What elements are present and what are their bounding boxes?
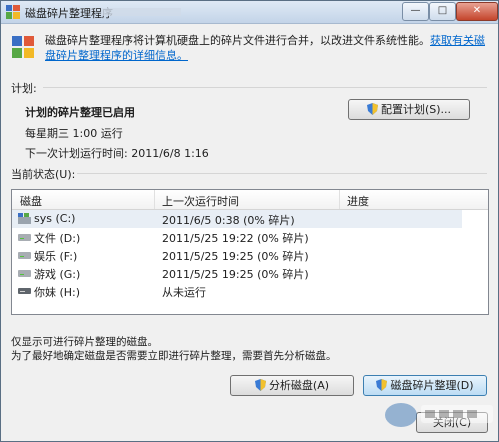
- removable-drive-icon: [18, 288, 31, 294]
- schedule-frequency: 每星期三 1:00 运行: [25, 127, 123, 140]
- footer-note-analyze: 为了最好地确定磁盘是否需要立即进行碎片整理，需要首先分析磁盘。: [11, 350, 337, 362]
- configure-schedule-button[interactable]: 配置计划(S)...: [348, 99, 470, 120]
- drive-icon: [18, 270, 31, 277]
- configure-schedule-label: 配置计划(S)...: [380, 103, 452, 116]
- system-drive-icon: [18, 213, 31, 224]
- current-status-label: 当前状态(U):: [11, 168, 76, 181]
- uac-shield-icon: [366, 103, 378, 115]
- uac-shield-icon: [254, 379, 266, 391]
- title-bar[interactable]: 磁盘碎片整理程序 — □ ✕: [1, 1, 498, 24]
- close-window-button[interactable]: ✕: [456, 2, 498, 21]
- drive-icon: [18, 252, 31, 259]
- description-text: 磁盘碎片整理程序将计算机硬盘上的碎片文件进行合并，以改进文件系统性能。: [45, 34, 430, 47]
- disk-name: 娱乐 (F:): [34, 250, 78, 263]
- disk-row[interactable]: sys (C:) 2011/6/5 0:38 (0% 碎片): [12, 210, 462, 228]
- defrag-window: 磁盘碎片整理程序 — □ ✕ 磁盘碎片整理程序将计算机硬盘上的碎片文件进行合并，…: [0, 0, 499, 442]
- disk-last-run: 2011/5/25 19:25 (0% 碎片): [162, 250, 309, 263]
- column-last-run[interactable]: 上一次运行时间: [162, 193, 239, 209]
- disk-last-run: 从未运行: [162, 286, 206, 299]
- defrag-app-icon: [6, 5, 20, 19]
- drive-icon: [18, 234, 31, 241]
- uac-shield-icon: [376, 379, 388, 391]
- disk-name: 你妹 (H:): [34, 286, 81, 299]
- window-title: 磁盘碎片整理程序: [25, 7, 113, 20]
- column-separator: [339, 190, 340, 209]
- column-disk[interactable]: 磁盘: [20, 193, 42, 209]
- schedule-status: 计划的碎片整理已启用: [25, 106, 135, 119]
- disk-row[interactable]: 娱乐 (F:) 2011/5/25 19:25 (0% 碎片): [12, 246, 462, 264]
- disk-list-header: 磁盘 上一次运行时间 进度: [12, 190, 488, 210]
- disk-row[interactable]: 文件 (D:) 2011/5/25 19:22 (0% 碎片): [12, 228, 462, 246]
- header-description: 磁盘碎片整理程序将计算机硬盘上的碎片文件进行合并，以改进文件系统性能。获取有关磁…: [45, 33, 490, 63]
- disk-last-run: 2011/5/25 19:22 (0% 碎片): [162, 232, 309, 245]
- schedule-next-run: 下一次计划运行时间: 2011/6/8 1:16: [25, 147, 209, 160]
- column-progress[interactable]: 进度: [347, 193, 369, 209]
- analyze-disk-button[interactable]: 分析磁盘(A): [230, 375, 354, 396]
- disk-name: 文件 (D:): [34, 232, 81, 245]
- status-divider: [77, 173, 487, 174]
- defrag-header-icon: [12, 36, 34, 58]
- disk-list[interactable]: 磁盘 上一次运行时间 进度 sys (C:) 2011/6/5 0:38 (0%…: [11, 189, 489, 315]
- watermark-logo: [385, 403, 493, 427]
- disk-last-run: 2011/5/25 19:25 (0% 碎片): [162, 268, 309, 281]
- footer-note-disks: 仅显示可进行碎片整理的磁盘。: [11, 336, 158, 348]
- maximize-button[interactable]: □: [429, 2, 456, 21]
- title-blur-overlay: [101, 8, 181, 16]
- disk-row[interactable]: 游戏 (G:) 2011/5/25 19:25 (0% 碎片): [12, 264, 462, 282]
- column-separator: [154, 190, 155, 209]
- disk-row[interactable]: 你妹 (H:) 从未运行: [12, 282, 462, 300]
- disk-name: sys (C:): [34, 212, 76, 225]
- schedule-section-label: 计划:: [11, 82, 37, 95]
- minimize-button[interactable]: —: [402, 2, 429, 21]
- schedule-divider: [43, 87, 487, 88]
- analyze-disk-label: 分析磁盘(A): [268, 379, 330, 392]
- disk-last-run: 2011/6/5 0:38 (0% 碎片): [162, 214, 295, 227]
- disk-name: 游戏 (G:): [34, 268, 81, 281]
